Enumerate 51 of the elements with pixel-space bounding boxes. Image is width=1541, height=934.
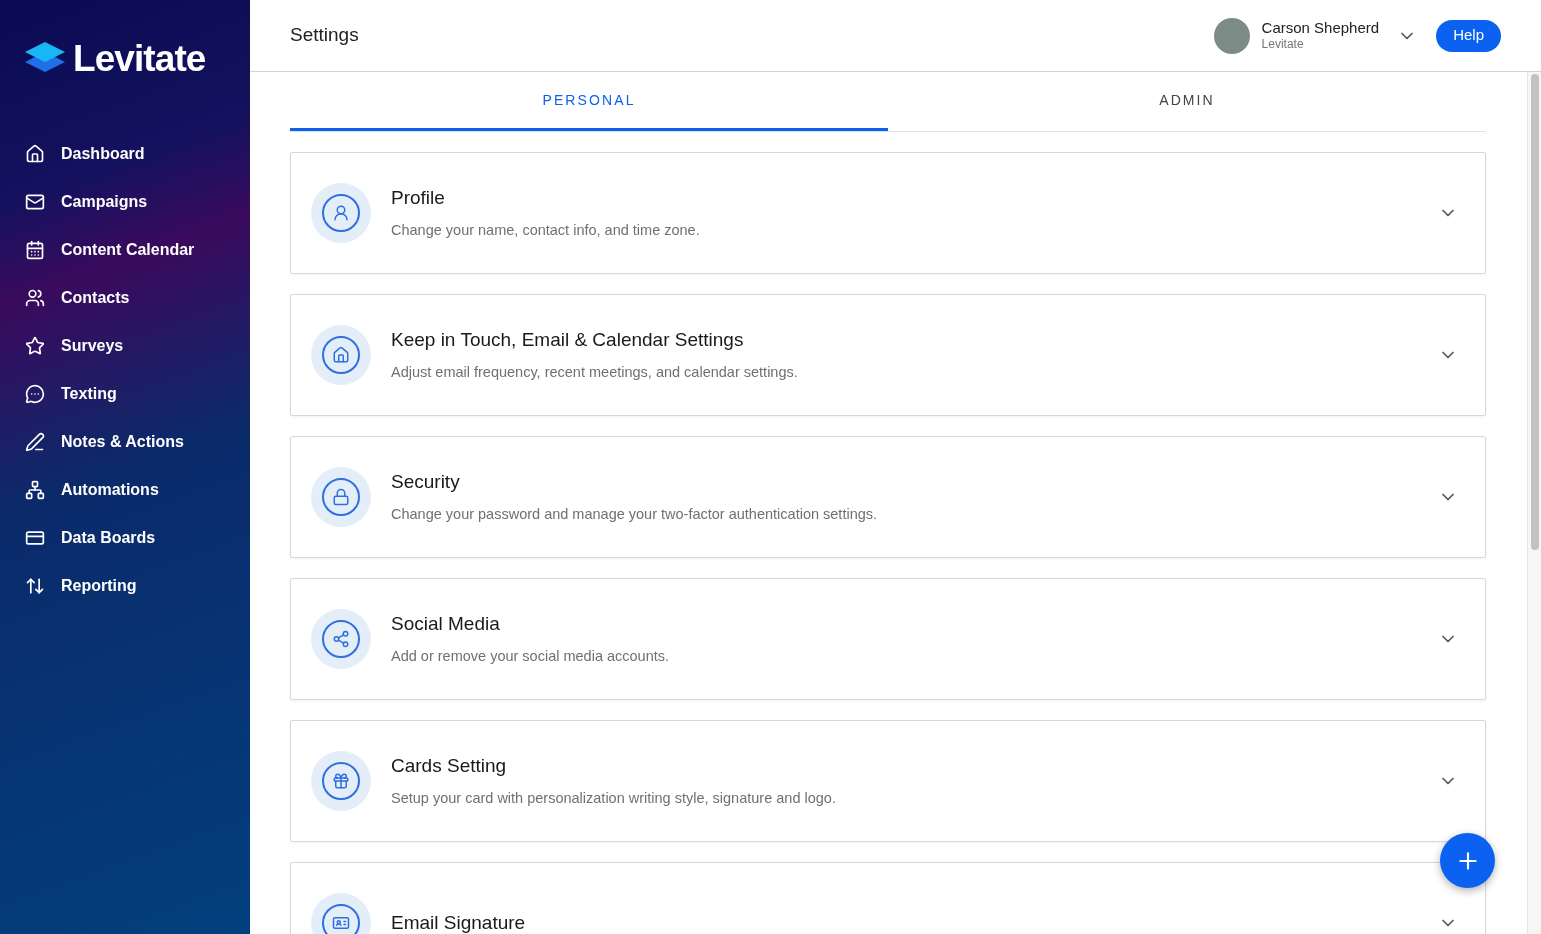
card-icon xyxy=(332,914,350,932)
help-button[interactable]: Help xyxy=(1436,19,1501,52)
share-icon xyxy=(332,630,350,648)
card-description: Add or remove your social media accounts. xyxy=(391,647,670,667)
card-title: Cards Setting xyxy=(391,753,508,778)
card-icon xyxy=(25,528,45,548)
card-title: Security xyxy=(391,469,461,494)
star-icon xyxy=(25,336,45,356)
settings-card[interactable]: Keep in Touch, Email & Calendar Settings Adjust email frequency, recent meetings, and calendar settings. xyxy=(290,294,1486,416)
tab[interactable]: PERSONAL xyxy=(290,72,888,131)
user-org: Levitate xyxy=(1261,37,1305,53)
tab[interactable]: ADMIN xyxy=(888,72,1486,131)
home-icon xyxy=(25,144,45,164)
card-title: Social Media xyxy=(391,611,501,636)
gift-icon xyxy=(332,772,350,790)
settings-card[interactable]: Social Media Add or remove your social media accounts. xyxy=(290,578,1486,700)
settings-card[interactable]: Cards Setting Setup your card with personalization writing style, signature and logo. xyxy=(290,720,1486,842)
user-name: Carson Shepherd xyxy=(1261,18,1380,38)
nav-item[interactable]: Contacts xyxy=(25,284,250,312)
card-title: Profile xyxy=(391,185,446,210)
pen-icon xyxy=(25,432,45,452)
chat-bubble-icon xyxy=(25,384,45,404)
nav-item[interactable]: Content Calendar xyxy=(25,236,250,264)
settings-card[interactable]: Profile Change your name, contact info, and time zone. xyxy=(290,152,1486,274)
nav-item[interactable]: Surveys xyxy=(25,332,250,360)
nav-item[interactable]: Reporting xyxy=(25,572,250,600)
settings-card[interactable]: Security Change your password and manage your two-factor authentication settings. xyxy=(290,436,1486,558)
person-icon xyxy=(332,204,350,222)
mail-icon xyxy=(25,192,45,212)
brand-name: Levitate xyxy=(73,39,206,77)
settings-card[interactable]: Email Signature xyxy=(290,862,1486,934)
card-description: Change your password and manage your two-factor authentication settings. xyxy=(391,505,878,525)
nav-item[interactable]: Notes & Actions xyxy=(25,428,250,456)
arrows-icon xyxy=(25,576,45,596)
card-title: Email Signature xyxy=(391,910,526,934)
nav-item[interactable]: Dashboard xyxy=(25,140,250,168)
avatar xyxy=(1213,17,1250,54)
people-icon xyxy=(25,288,45,308)
hierarchy-icon xyxy=(25,480,45,500)
page-title: Settings xyxy=(290,23,359,48)
card-description: Change your name, contact info, and time zone. xyxy=(391,221,700,241)
calendar-icon xyxy=(25,240,45,260)
nav-item[interactable]: Texting xyxy=(25,380,250,408)
nav-item[interactable]: Campaigns xyxy=(25,188,250,216)
card-description: Setup your card with personalization writing style, signature and logo. xyxy=(391,789,836,809)
house-icon xyxy=(332,346,350,364)
nav-item[interactable]: Automations xyxy=(25,476,250,504)
lock-icon xyxy=(332,488,350,506)
card-title: Keep in Touch, Email & Calendar Settings xyxy=(391,327,745,352)
nav-item[interactable]: Data Boards xyxy=(25,524,250,552)
card-description: Adjust email frequency, recent meetings, and calendar settings. xyxy=(391,363,798,383)
